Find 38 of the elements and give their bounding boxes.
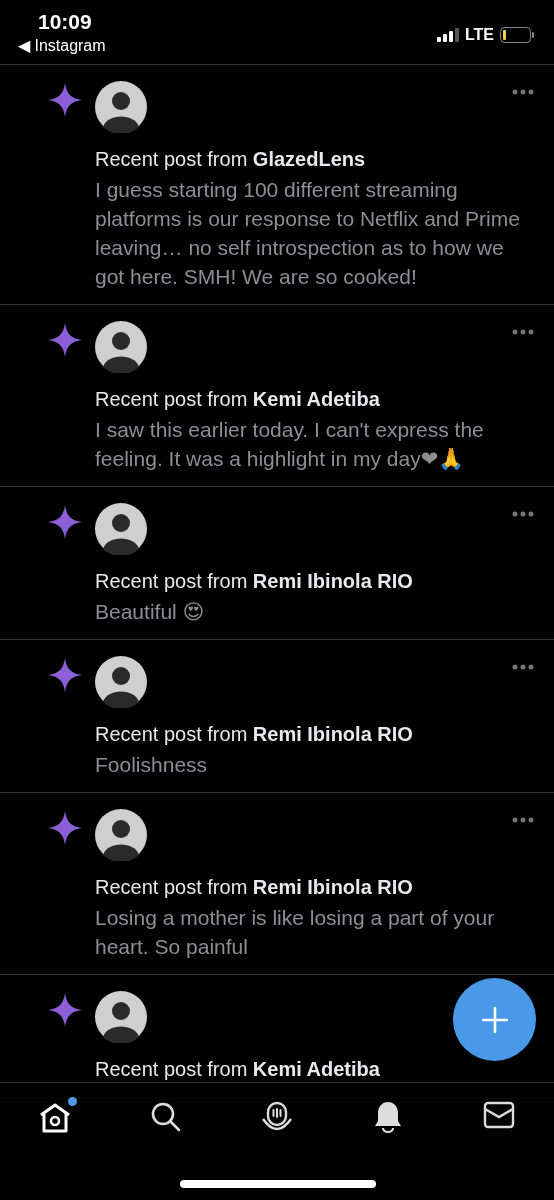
network-label: LTE xyxy=(464,26,494,44)
avatar-icon[interactable] xyxy=(95,991,147,1043)
post-text: I saw this earlier today. I can't express the feeling. It was a highlight in my day❤🙏 xyxy=(95,418,484,470)
avatar-icon[interactable] xyxy=(95,809,147,861)
sparkle-icon xyxy=(48,505,82,539)
post-title[interactable]: Recent post from Kemi Adetiba xyxy=(95,388,380,410)
more-icon[interactable] xyxy=(512,511,534,517)
sparkle-icon xyxy=(48,993,82,1027)
sparkle-icon xyxy=(48,658,82,692)
mail-icon[interactable] xyxy=(482,1101,515,1129)
bell-icon[interactable] xyxy=(372,1101,403,1133)
sparkle-icon xyxy=(48,811,82,845)
clock-time: 10:09 xyxy=(37,10,93,34)
battery-icon xyxy=(500,27,534,43)
post-title[interactable]: Recent post from Remi Ibinola RIO xyxy=(95,723,413,745)
post-text: Beautiful 😍 xyxy=(95,600,205,623)
sparkle-icon xyxy=(48,323,82,357)
more-icon[interactable] xyxy=(512,817,534,823)
sparkle-icon xyxy=(48,83,82,117)
post-text: Losing a mother is like losing a part of your heart. So painful xyxy=(95,906,495,958)
plus-icon xyxy=(481,1006,508,1033)
avatar-icon[interactable] xyxy=(95,81,147,133)
post-title[interactable]: Recent post from Remi Ibinola RIO xyxy=(95,876,413,898)
more-icon[interactable] xyxy=(512,89,534,95)
avatar-icon[interactable] xyxy=(95,656,147,708)
avatar-icon[interactable] xyxy=(95,321,147,373)
signal-icon xyxy=(436,28,459,42)
search-icon[interactable] xyxy=(150,1101,183,1133)
post-text: Foolishness xyxy=(95,753,208,776)
more-icon[interactable] xyxy=(512,329,534,335)
back-link[interactable]: ◀ Instagram xyxy=(18,36,106,55)
post-title[interactable]: Recent post from Kemi Adetiba xyxy=(95,1058,380,1080)
more-icon[interactable] xyxy=(512,664,534,670)
post-title[interactable]: Recent post from GlazedLens xyxy=(95,148,366,170)
post-text: I guess starting 100 different streaming platforms is our response to Netflix and Prime leaving… no self introspection as to how we got here. SMH! We are so cooked! xyxy=(95,178,520,288)
microphone-icon[interactable] xyxy=(261,1101,293,1133)
avatar-icon[interactable] xyxy=(95,503,147,555)
post-title[interactable]: Recent post from Remi Ibinola RIO xyxy=(95,570,413,592)
